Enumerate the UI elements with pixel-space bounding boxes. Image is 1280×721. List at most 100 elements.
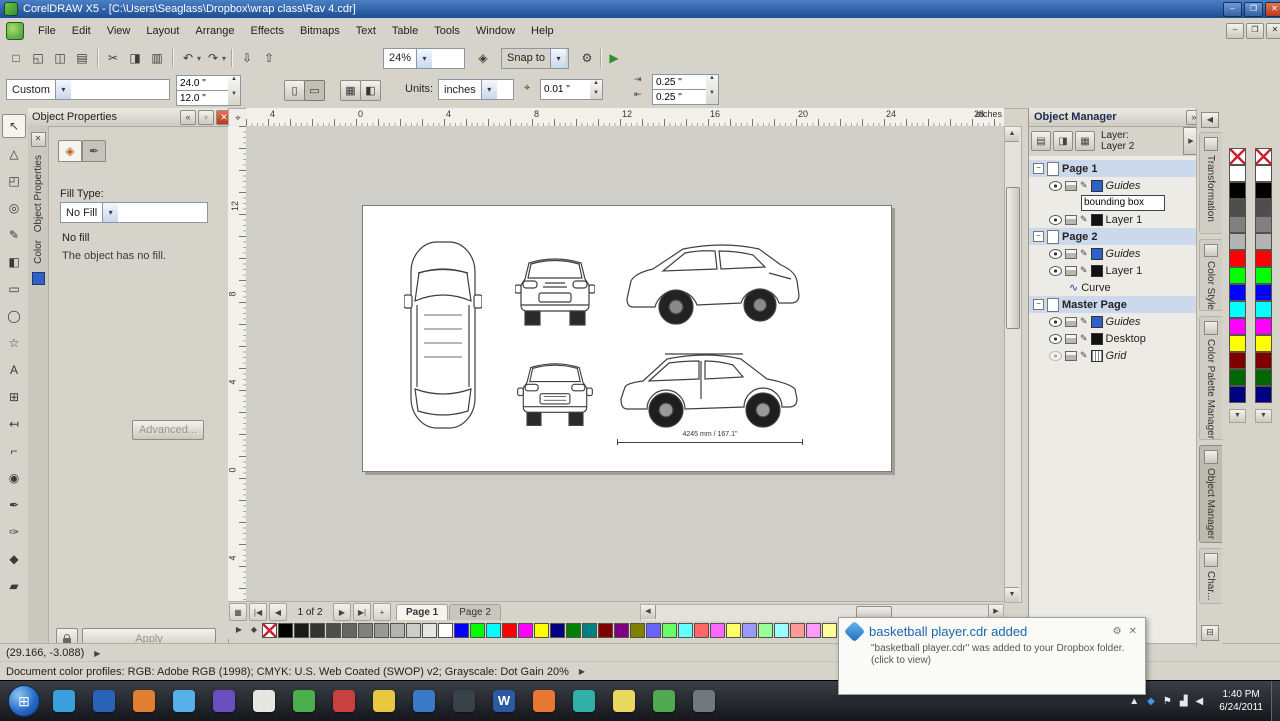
taskbar-clock[interactable]: 1:40 PM 6/24/2011 xyxy=(1211,688,1271,714)
outline-tab[interactable] xyxy=(82,140,106,162)
visibility-eye-icon[interactable] xyxy=(1049,181,1062,191)
network-icon[interactable]: ▟ xyxy=(1180,696,1188,707)
new-document-icon[interactable]: □ xyxy=(6,48,26,68)
edit-pencil-icon[interactable]: ✎ xyxy=(1080,266,1088,275)
color-swatch[interactable] xyxy=(630,623,645,638)
visibility-eye-icon[interactable] xyxy=(1049,215,1062,225)
portrait-button[interactable]: ▯ xyxy=(284,80,305,101)
docker-tab-object-manager[interactable]: Object Manager xyxy=(1199,445,1222,543)
printable-icon[interactable] xyxy=(1065,317,1077,327)
vertical-scrollbar[interactable] xyxy=(1004,126,1022,603)
scroll-down-icon[interactable] xyxy=(1005,587,1019,602)
maximize-button[interactable] xyxy=(1244,2,1263,17)
car-front-view-2[interactable] xyxy=(515,347,595,431)
color-eyedropper-tool[interactable]: ✒ xyxy=(3,494,25,516)
visibility-eye-icon[interactable] xyxy=(1049,334,1062,344)
color-swatch[interactable] xyxy=(278,623,293,638)
units-select[interactable]: inches xyxy=(438,79,514,100)
nudge-stepper[interactable]: ▲▼ xyxy=(590,79,603,100)
color-swatch[interactable] xyxy=(758,623,773,638)
fill-type-select[interactable]: No Fill xyxy=(60,202,208,223)
menu-effects[interactable]: Effects xyxy=(243,21,292,41)
color-swatch[interactable] xyxy=(1255,318,1272,335)
color-swatch[interactable] xyxy=(1229,250,1246,267)
color-swatch[interactable] xyxy=(582,623,597,638)
color-swatch[interactable] xyxy=(534,623,549,638)
show-object-properties-icon[interactable]: ▤ xyxy=(1031,131,1051,151)
page-row-page-2[interactable]: −Page 2 xyxy=(1029,228,1197,245)
color-swatch[interactable] xyxy=(1229,216,1246,233)
color-swatch[interactable] xyxy=(1229,233,1246,250)
color-swatch[interactable] xyxy=(694,623,709,638)
color-swatch[interactable] xyxy=(1229,182,1246,199)
crop-tool[interactable]: ◰ xyxy=(3,170,25,192)
car-top-view[interactable] xyxy=(404,239,482,431)
vertical-scroll-thumb[interactable] xyxy=(1006,187,1020,329)
color-swatch[interactable] xyxy=(566,623,581,638)
taskbar-app-5[interactable] xyxy=(208,685,240,717)
application-launcher-icon[interactable] xyxy=(473,48,493,68)
color-swatch[interactable] xyxy=(710,623,725,638)
paper-height-field[interactable] xyxy=(176,90,236,106)
close-button[interactable] xyxy=(1265,2,1280,17)
color-swatch[interactable] xyxy=(806,623,821,638)
notification-body[interactable]: "basketball player.cdr" was added to you… xyxy=(871,643,1137,667)
undo-icon[interactable]: ↶ xyxy=(178,48,198,68)
palette-scroll-down-icon[interactable] xyxy=(1229,409,1246,423)
copy-icon[interactable]: ◨ xyxy=(125,48,145,68)
color-swatch[interactable] xyxy=(1229,165,1246,182)
taskbar-app-word[interactable]: W xyxy=(488,685,520,717)
pin-docker-icon[interactable] xyxy=(198,110,214,125)
color-swatch[interactable] xyxy=(326,623,341,638)
doc-minimize-button[interactable] xyxy=(1226,23,1244,39)
blend-tool[interactable]: ◉ xyxy=(3,467,25,489)
duplicate-y-field[interactable] xyxy=(652,89,714,105)
printable-icon[interactable] xyxy=(1065,266,1077,276)
color-swatch[interactable] xyxy=(1229,369,1246,386)
dropbox-icon[interactable]: ◆ xyxy=(1147,696,1155,707)
paper-width-field[interactable] xyxy=(176,75,236,91)
taskbar-app-13[interactable] xyxy=(528,685,560,717)
page-view-icon[interactable] xyxy=(229,603,247,621)
color-swatch[interactable] xyxy=(310,623,325,638)
dimension-annotation[interactable]: 4245 mm / 167.1" xyxy=(617,431,803,445)
landscape-button[interactable]: ▭ xyxy=(304,80,325,101)
chevron-down-icon[interactable] xyxy=(102,203,118,222)
first-page-button[interactable] xyxy=(249,603,267,621)
drawing-canvas[interactable]: 4245 mm / 167.1" xyxy=(246,126,1004,601)
docker-tab-color-palette-manager[interactable]: Color Palette Manager xyxy=(1199,316,1222,440)
color-swatch[interactable] xyxy=(502,623,517,638)
smart-fill-tool[interactable]: ◧ xyxy=(3,251,25,273)
start-button[interactable] xyxy=(8,685,40,717)
edit-pencil-icon[interactable]: ✎ xyxy=(1080,181,1088,190)
color-swatch[interactable] xyxy=(1255,233,1272,250)
color-swatch[interactable] xyxy=(294,623,309,638)
pick-tool[interactable]: ↖ xyxy=(2,114,26,138)
dimension-tool[interactable]: ↤ xyxy=(3,413,25,435)
all-pages-button[interactable]: ▦ xyxy=(340,80,361,101)
palette-options-icon[interactable] xyxy=(247,623,261,637)
current-page-button[interactable]: ◧ xyxy=(360,80,381,101)
color-swatch[interactable] xyxy=(518,623,533,638)
color-swatch[interactable] xyxy=(1229,386,1246,403)
notification-close-icon[interactable] xyxy=(1129,626,1137,637)
layer-row-grid[interactable]: ✎Grid xyxy=(1029,347,1197,364)
menu-window[interactable]: Window xyxy=(468,21,523,41)
color-swatch[interactable] xyxy=(1255,386,1272,403)
menu-arrange[interactable]: Arrange xyxy=(187,21,242,41)
color-swatch[interactable] xyxy=(374,623,389,638)
layer-row-layer-1[interactable]: ✎Layer 1 xyxy=(1029,262,1197,279)
edit-pencil-icon[interactable]: ✎ xyxy=(1080,351,1088,360)
page-row-master-page[interactable]: −Master Page xyxy=(1029,296,1197,313)
welcome-screen-icon[interactable] xyxy=(604,48,624,68)
interactive-fill-tool[interactable]: ▰ xyxy=(3,575,25,597)
layer-row-guides[interactable]: ✎Guides xyxy=(1029,245,1197,262)
previous-page-button[interactable] xyxy=(269,603,287,621)
taskbar-app-16[interactable] xyxy=(648,685,680,717)
taskbar-app-coreldraw[interactable] xyxy=(248,685,280,717)
no-color-swatch[interactable] xyxy=(1229,148,1246,165)
color-swatch[interactable] xyxy=(774,623,789,638)
layer-row-desktop[interactable]: ✎Desktop xyxy=(1029,330,1197,347)
text-tool[interactable]: A xyxy=(3,359,25,381)
taskbar-app-11[interactable] xyxy=(448,685,480,717)
